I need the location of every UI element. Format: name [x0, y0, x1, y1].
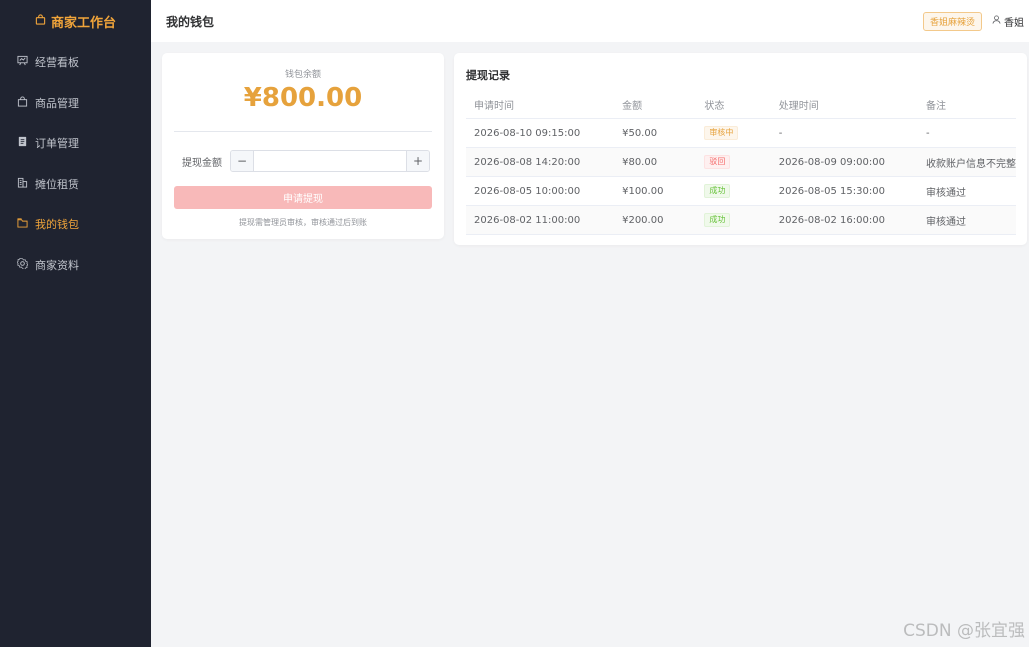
shop-tag: 香姐麻辣烫 — [922, 11, 982, 31]
column-header: 备注 — [918, 91, 1016, 119]
amount-stepper: − + — [230, 150, 430, 172]
status-badge: 驳回 — [704, 155, 731, 169]
user-name: 香姐 — [1004, 17, 1024, 29]
wallet-icon — [17, 217, 28, 231]
cell-amount: ¥100.00 — [614, 176, 697, 206]
sidebar-item-dashboard[interactable]: 经营看板 — [0, 42, 151, 83]
presentation-icon — [17, 55, 28, 69]
sidebar-item-orders[interactable]: 订单管理 — [0, 123, 151, 164]
cell-time: 2026-08-10 09:15:00 — [466, 118, 615, 148]
sidebar-item-merchant-profile[interactable]: 商家资料 — [0, 245, 151, 286]
cell-time: 2026-08-05 10:00:00 — [466, 176, 615, 206]
cell-status: 成功 — [696, 176, 771, 206]
cell-status: 审核中 — [696, 118, 771, 148]
increment-button[interactable]: + — [406, 151, 429, 171]
amount-input[interactable] — [254, 151, 406, 171]
cell-amount: ¥50.00 — [614, 118, 697, 148]
cell-note: 审核通过 — [918, 205, 1016, 235]
column-header: 状态 — [696, 91, 771, 119]
column-header: 金额 — [614, 91, 697, 119]
brand: 商家工作台 — [0, 0, 151, 42]
header-right: 香姐麻辣烫 香姐 — [922, 11, 1024, 31]
settings-icon — [16, 257, 29, 272]
cell-processed: 2026-08-02 16:00:00 — [770, 205, 918, 235]
cell-note: 审核通过 — [918, 176, 1016, 206]
sidebar-item-wallet[interactable]: 我的钱包 — [0, 204, 151, 245]
records-table: 申请时间 金额 状态 处理时间 备注 2026-08-10 09:15:00 ¥… — [466, 91, 1016, 235]
table-header-row: 申请时间 金额 状态 处理时间 备注 — [466, 91, 1016, 119]
sidebar-item-label: 订单管理 — [35, 137, 79, 151]
cell-status: 成功 — [696, 205, 771, 235]
page-title: 我的钱包 — [166, 14, 215, 29]
user-menu[interactable]: 香姐 — [992, 14, 1024, 29]
column-header: 申请时间 — [466, 91, 615, 119]
divider — [174, 131, 432, 132]
decrement-button[interactable]: − — [231, 151, 254, 171]
cell-note: - — [918, 118, 1016, 148]
column-header: 处理时间 — [770, 91, 918, 119]
sidebar-item-label: 经营看板 — [35, 56, 79, 70]
sidebar-item-products[interactable]: 商品管理 — [0, 83, 151, 124]
withdraw-hint: 提现需管理员审核，审核通过后到账 — [239, 218, 367, 227]
status-badge: 成功 — [704, 213, 731, 227]
cell-note: 收款账户信息不完整 — [918, 147, 1016, 177]
cell-amount: ¥80.00 — [614, 147, 697, 177]
sidebar-item-label: 我的钱包 — [35, 218, 79, 232]
records-title: 提现记录 — [466, 69, 510, 82]
table-row: 2026-08-08 14:20:00 ¥80.00 驳回 2026-08-09… — [466, 147, 1016, 177]
document-icon — [17, 136, 28, 150]
cell-status: 驳回 — [696, 147, 771, 177]
cell-time: 2026-08-02 11:00:00 — [466, 205, 615, 235]
cell-processed: - — [770, 118, 918, 148]
cell-time: 2026-08-08 14:20:00 — [466, 147, 615, 177]
wallet-card: 钱包余额 ¥800.00 提现金额 − + 申请提现 提现需管理员审核，审核通过… — [162, 53, 444, 239]
sidebar-item-label: 摊位租赁 — [35, 177, 79, 191]
apply-withdraw-button[interactable]: 申请提现 — [174, 186, 432, 209]
balance-value: ¥800.00 — [243, 83, 363, 113]
status-badge: 审核中 — [704, 126, 739, 140]
watermark: CSDN @张宜强 — [903, 621, 1025, 641]
status-badge: 成功 — [704, 184, 731, 198]
cell-amount: ¥200.00 — [614, 205, 697, 235]
sidebar-item-booth-rental[interactable]: 摊位租赁 — [0, 164, 151, 205]
cell-processed: 2026-08-09 09:00:00 — [770, 147, 918, 177]
brand-title: 商家工作台 — [50, 15, 116, 31]
withdraw-amount-row: 提现金额 − + — [182, 150, 432, 172]
balance-label: 钱包余额 — [284, 70, 321, 80]
building-icon — [17, 177, 28, 191]
sidebar: 商家工作台 经营看板 商品管理 订单管理 摊位租赁 我的钱包 商家资料 — [0, 0, 151, 647]
bag-icon — [35, 13, 46, 29]
table-row: 2026-08-02 11:00:00 ¥200.00 成功 2026-08-0… — [466, 205, 1016, 235]
bag-icon — [17, 96, 28, 110]
table-row: 2026-08-10 09:15:00 ¥50.00 审核中 - - — [466, 118, 1016, 148]
user-icon — [992, 15, 1001, 27]
cell-processed: 2026-08-05 15:30:00 — [770, 176, 918, 206]
sidebar-item-label: 商品管理 — [35, 96, 79, 110]
top-header: 我的钱包 香姐麻辣烫 香姐 — [151, 0, 1029, 42]
withdraw-records-card: 提现记录 申请时间 金额 状态 处理时间 备注 2026-08-10 09:15… — [454, 53, 1027, 245]
table-row: 2026-08-05 10:00:00 ¥100.00 成功 2026-08-0… — [466, 176, 1016, 206]
sidebar-menu: 经营看板 商品管理 订单管理 摊位租赁 我的钱包 商家资料 — [0, 42, 151, 285]
amount-label: 提现金额 — [182, 157, 222, 169]
sidebar-item-label: 商家资料 — [35, 258, 79, 272]
